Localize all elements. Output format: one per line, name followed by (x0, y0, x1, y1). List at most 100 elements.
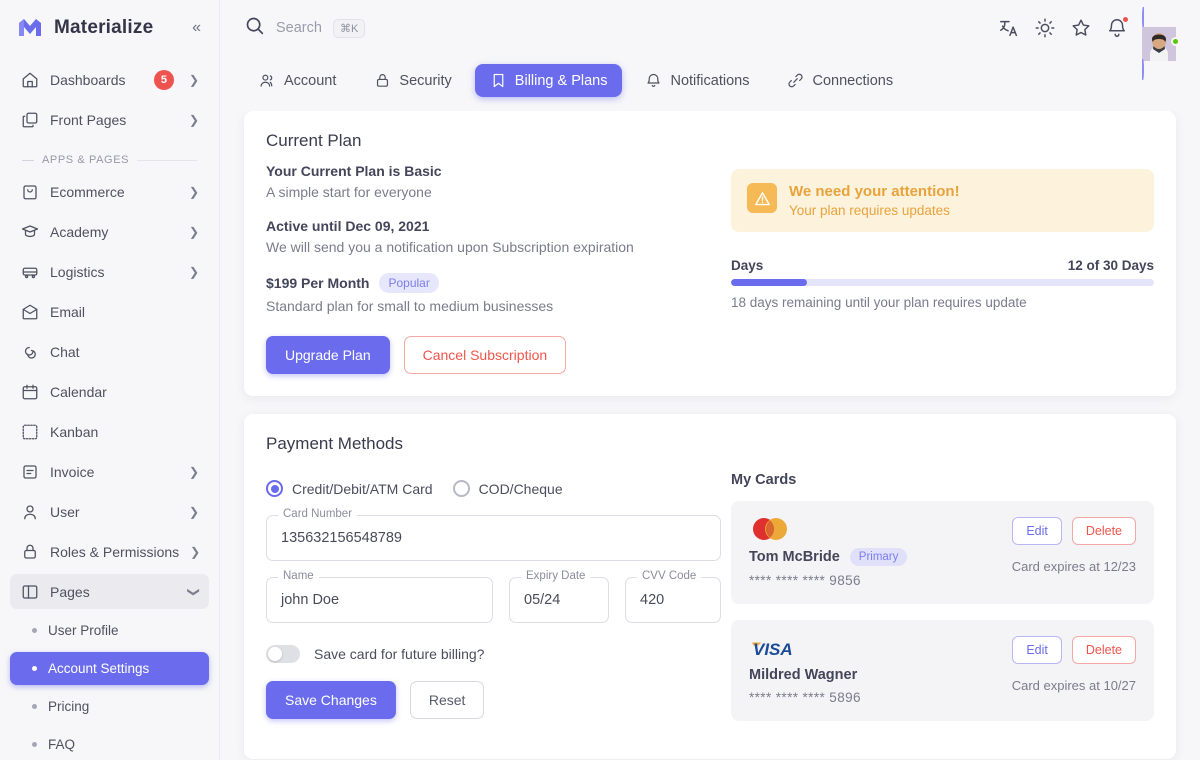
plan-active-until: Active until Dec 09, 2021 (266, 218, 430, 234)
lock-icon (377, 74, 389, 87)
chevron-right-icon: ❯ (188, 72, 199, 87)
sidebar-item-ecommerce[interactable]: Ecommerce ❯ (10, 174, 209, 209)
sidebar-item-logistics[interactable]: Logistics ❯ (10, 254, 209, 289)
tab-connections[interactable]: Connections (772, 64, 908, 97)
days-remaining-note: 18 days remaining until your plan requir… (731, 295, 1027, 310)
notification-badge-dot (1122, 16, 1129, 23)
translate-icon[interactable] (998, 17, 1020, 39)
days-progress-track (731, 279, 1154, 286)
delete-card-button[interactable]: Delete (1071, 517, 1136, 545)
save-changes-button[interactable]: Save Changes (266, 681, 396, 719)
sidebar-item-label: Pricing (48, 699, 90, 714)
sidebar-item-invoice[interactable]: Invoice ❯ (10, 454, 209, 489)
edit-card-button[interactable]: Edit (1012, 517, 1062, 545)
payment-methods-title: Payment Methods (266, 434, 404, 453)
sidebar-item-pages[interactable]: Pages ❯ (10, 574, 209, 609)
sidebar-item-label: Academy (50, 223, 109, 240)
sidebar-item-label: User (50, 503, 80, 520)
sidebar-item-email[interactable]: Email (10, 294, 209, 329)
tab-label: Connections (812, 72, 894, 89)
my-cards-title: My Cards (731, 472, 797, 488)
current-plan-title: Current Plan (266, 131, 362, 150)
save-card-toggle[interactable]: Save card for future billing? (266, 645, 721, 663)
radio-credit-card[interactable]: Credit/Debit/ATM Card (266, 480, 433, 497)
card-number-label: Card Number (278, 508, 358, 520)
topbar-icons (998, 7, 1180, 80)
sidebar-item-dashboards[interactable]: Dashboards 5 ❯ (10, 62, 209, 97)
edit-card-button[interactable]: Edit (1012, 636, 1062, 664)
search-placeholder: Search (276, 20, 322, 36)
main-area: Search ⌘K Account Security Billing & Pla… (220, 0, 1200, 760)
sidebar-item-kanban[interactable]: Kanban (10, 414, 209, 449)
sidebar-item-calendar[interactable]: Calendar (10, 374, 209, 409)
attention-alert: We need your attention! Your plan requir… (731, 169, 1154, 232)
card-number-value: 135632156548789 (281, 530, 402, 546)
name-field[interactable]: Name john Doe (266, 570, 493, 623)
radio-cod-cheque[interactable]: COD/Cheque (452, 480, 563, 497)
delete-card-button[interactable]: Delete (1071, 636, 1136, 664)
reset-button[interactable]: Reset (409, 681, 485, 719)
alert-subtitle: Your plan requires updates (789, 203, 950, 218)
chevron-double-left-icon[interactable]: « (188, 16, 205, 40)
expiry-date-label: Expiry Date (521, 570, 591, 582)
sidebar-item-label: Pages (50, 583, 90, 600)
sidebar-item-user-profile[interactable]: User Profile (10, 614, 209, 647)
bell-icon[interactable] (1106, 16, 1129, 39)
chevron-right-icon: ❯ (188, 184, 199, 199)
brand: Materialize « (0, 0, 219, 56)
tab-account[interactable]: Account (244, 64, 351, 97)
expiry-date-field[interactable]: Expiry Date 05/24 (509, 570, 609, 623)
avatar[interactable] (1142, 7, 1180, 80)
mail-icon (20, 302, 39, 321)
visa-logo-icon: VISA (749, 636, 861, 660)
current-plan-details: Your Current Plan is Basic A simple star… (266, 163, 721, 374)
search-input[interactable]: Search ⌘K (244, 15, 984, 41)
sidebar-item-roles-permissions[interactable]: Roles & Permissions ❯ (10, 534, 209, 569)
sidebar-item-front-pages[interactable]: Front Pages ❯ (10, 102, 209, 137)
sidebar-item-pricing[interactable]: Pricing (10, 690, 209, 723)
sidebar-item-label: Email (50, 303, 86, 320)
upgrade-plan-button[interactable]: Upgrade Plan (266, 336, 390, 374)
svg-text:VISA: VISA (753, 640, 793, 659)
section-label-text: APPS & PAGES (42, 154, 130, 166)
section-rule (137, 159, 197, 161)
saved-card-number: **** **** **** 9856 (749, 573, 861, 588)
card-number-field[interactable]: Card Number 135632156548789 (266, 508, 721, 561)
tab-billing-plans[interactable]: Billing & Plans (474, 64, 623, 97)
sidebar-item-label: Dashboards (50, 71, 126, 88)
sidebar-item-user[interactable]: User ❯ (10, 494, 209, 529)
toggle-switch-icon (266, 645, 300, 663)
saved-card-name: Mildred Wagner (749, 667, 858, 683)
sidebar-item-label: Account Settings (48, 661, 150, 676)
plan-active-block: Active until Dec 09, 2021 We will send y… (266, 218, 721, 255)
sidebar-item-academy[interactable]: Academy ❯ (10, 214, 209, 249)
sidebar-item-chat[interactable]: Chat (10, 334, 209, 369)
saved-card-number: **** **** **** 5896 (749, 690, 861, 705)
sidebar-item-label: Kanban (50, 423, 99, 440)
plan-price: $199 Per Month (266, 275, 370, 291)
cancel-subscription-button[interactable]: Cancel Subscription (403, 336, 567, 374)
lock-icon (20, 542, 39, 561)
chevron-right-icon: ❯ (188, 224, 199, 239)
sidebar-item-label: Ecommerce (50, 183, 125, 200)
sidebar-item-faq[interactable]: FAQ (10, 728, 209, 760)
sidebar-nav: Dashboards 5 ❯ Front Pages ❯ APPS & PAGE… (0, 56, 219, 760)
cvv-field[interactable]: CVV Code 420 (625, 570, 721, 623)
radio-icon (452, 480, 470, 497)
sun-icon[interactable] (1034, 17, 1056, 39)
sidebar-item-label: Calendar (50, 383, 107, 400)
current-plan-card: Current Plan Your Current Plan is Basic … (244, 111, 1176, 396)
chevron-right-icon: ❯ (188, 112, 199, 127)
tab-security[interactable]: Security (359, 64, 466, 97)
name-value: john Doe (281, 592, 340, 608)
current-plan-status: We need your attention! Your plan requir… (731, 163, 1154, 374)
star-icon[interactable] (1070, 17, 1092, 39)
tab-notifications[interactable]: Notifications (630, 64, 764, 97)
days-progress-fill (731, 279, 808, 286)
cvv-label: CVV Code (637, 570, 702, 582)
calendar-icon (20, 382, 39, 401)
chevron-right-icon: ❯ (188, 464, 199, 479)
avatar-online-status (1171, 37, 1180, 46)
chat-icon (20, 342, 39, 361)
sidebar-item-account-settings[interactable]: Account Settings (10, 652, 209, 685)
